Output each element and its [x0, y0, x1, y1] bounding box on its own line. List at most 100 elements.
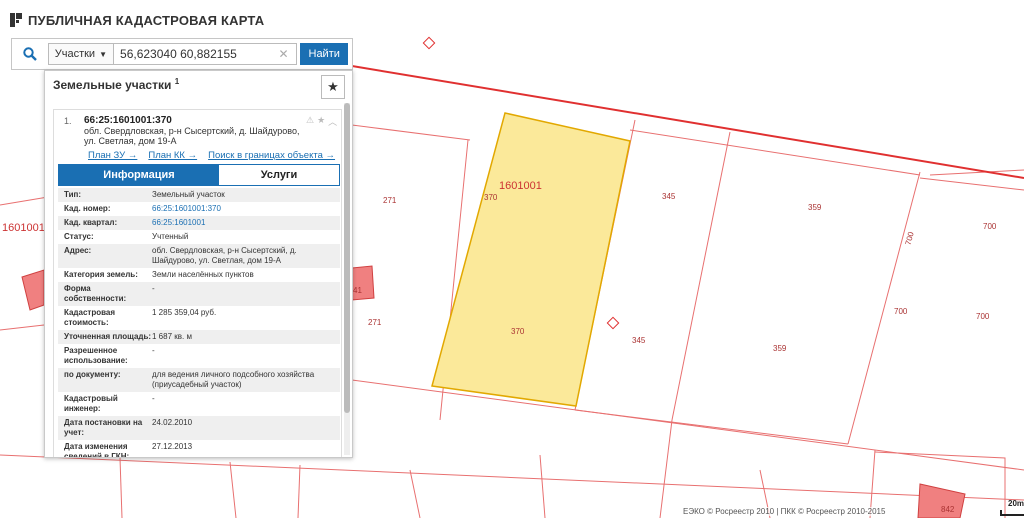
- info-key: Категория земель:: [64, 270, 138, 279]
- tab-info[interactable]: Информация: [59, 165, 219, 185]
- info-value: обл. Свердловская, р-н Сысертский, д. Ша…: [152, 246, 297, 265]
- star-icon[interactable]: ★: [317, 115, 325, 128]
- info-value: 27.12.2013: [152, 442, 193, 451]
- info-key: Дата постановки на учет:: [64, 418, 143, 437]
- chevron-up-icon[interactable]: ︿: [328, 115, 337, 128]
- info-row: по документу: для ведения личного подсобн…: [58, 368, 340, 392]
- parcel-label: 271: [383, 196, 397, 205]
- info-value: -: [152, 284, 155, 293]
- plan-kk-link[interactable]: План КК →: [148, 150, 197, 161]
- clear-icon[interactable]: ✕: [279, 47, 293, 61]
- tab-services[interactable]: Услуги: [219, 165, 339, 185]
- info-row: Кад. квартал: 66:25:1601001: [58, 216, 340, 230]
- info-value: Учтенный: [152, 232, 189, 241]
- info-value[interactable]: 66:25:1601001:370: [152, 204, 340, 214]
- card-address: обл. Свердловская, р-н Сысертский, д. Ша…: [84, 126, 304, 146]
- point-marker: [606, 316, 620, 330]
- parcel-label: 345: [632, 336, 646, 345]
- info-key: Форма собственности:: [64, 284, 127, 303]
- search-icon[interactable]: [16, 42, 44, 66]
- cad-number[interactable]: 66:25:1601001:370: [84, 115, 172, 126]
- chevron-down-icon: ▼: [99, 49, 108, 59]
- info-key: Разрешенное использование:: [64, 346, 128, 365]
- parcel-boundary: [539, 454, 546, 518]
- quarter-label: 1601001: [2, 222, 45, 234]
- parcel-boundary: [919, 177, 1024, 191]
- plan-zu-link[interactable]: План ЗУ →: [88, 150, 137, 161]
- parcel-boundary: [297, 464, 301, 518]
- app-title: ПУБЛИЧНАЯ КАДАСТРОВАЯ КАРТА: [28, 12, 265, 28]
- selected-parcel[interactable]: [431, 112, 631, 407]
- info-key: по документу:: [64, 370, 121, 379]
- find-button[interactable]: Найти: [300, 43, 348, 65]
- parcel-label: 700: [983, 222, 997, 231]
- info-row: Разрешенное использование: -: [58, 344, 340, 368]
- info-value: -: [152, 394, 155, 403]
- parcel-label: 842: [941, 505, 955, 514]
- info-row: Уточненная площадь: 1 687 кв. м: [58, 330, 340, 344]
- info-table: Тип: Земельный участок Кад. номер: 66:25:16…: [58, 188, 340, 458]
- favorites-button[interactable]: ★: [321, 75, 345, 99]
- search-input[interactable]: [114, 43, 297, 65]
- info-key: Дата изменения сведений в ГКН:: [64, 442, 130, 458]
- parcel-label: 370: [511, 327, 525, 336]
- card-links: План ЗУ → План КК → Поиск в границах объ…: [88, 150, 335, 161]
- info-key: Тип:: [64, 190, 81, 199]
- info-key: Уточненная площадь:: [64, 332, 152, 341]
- info-row: Категория земель: Земли населённых пункто…: [58, 268, 340, 282]
- parcel-label: 271: [368, 318, 382, 327]
- result-count: 1: [174, 77, 180, 86]
- star-icon: ★: [327, 79, 339, 94]
- info-row: Форма собственности: -: [58, 282, 340, 306]
- search-bounds-link[interactable]: Поиск в границах объекта →: [208, 150, 335, 161]
- parcel-label: 41: [353, 286, 362, 295]
- info-value: 1 687 кв. м: [152, 332, 192, 341]
- point-marker: [422, 36, 436, 50]
- parcel-label: 700: [976, 312, 990, 321]
- quarter-label: 1601001: [499, 180, 542, 192]
- parcel-boundary: [847, 171, 921, 445]
- info-value[interactable]: 66:25:1601001: [152, 218, 340, 228]
- info-row: Тип: Земельный участок: [58, 188, 340, 202]
- parcel-label: 359: [808, 203, 822, 212]
- scale-bar: [1000, 510, 1024, 516]
- warning-icon[interactable]: ⚠: [306, 115, 314, 128]
- info-key: Адрес:: [64, 246, 92, 255]
- scale-label: 20m: [1008, 499, 1024, 508]
- info-row: Кадастровый инженер: -: [58, 392, 340, 416]
- address-line: ул. Светлая, дом 19-А: [84, 136, 177, 146]
- search-type-select[interactable]: Участки ▼: [47, 43, 115, 65]
- info-value: 24.02.2010: [152, 418, 193, 427]
- info-key: Кад. номер:: [64, 204, 111, 213]
- results-panel: Земельные участки 1 ★ 1. 66:25:1601001:3…: [44, 70, 353, 458]
- card-actions: ⚠ ★ ︿: [306, 115, 337, 128]
- scrollbar-thumb[interactable]: [344, 103, 350, 413]
- card-tabs: Информация Услуги: [58, 164, 340, 186]
- app-root: 1601001 1601001 370 370 345 345 359 359 …: [0, 0, 1024, 518]
- info-key: Кадастровая стоимость:: [64, 308, 116, 327]
- info-row: Кад. номер: 66:25:1601001:370: [58, 202, 340, 216]
- app-header: ПУБЛИЧНАЯ КАДАСТРОВАЯ КАРТА: [10, 10, 264, 30]
- info-value: для ведения личного подсобного хозяйства…: [152, 370, 315, 389]
- parcel-label: 359: [773, 344, 787, 353]
- parcel-label: 345: [662, 192, 676, 201]
- building: [21, 269, 45, 311]
- parcel-boundary: [659, 419, 673, 518]
- logo-icon: [10, 13, 22, 27]
- info-value: 1 285 359,04 руб.: [152, 308, 217, 317]
- info-value: -: [152, 346, 155, 355]
- info-value: Земельный участок: [152, 190, 225, 199]
- parcel-boundary: [0, 454, 1024, 501]
- address-line: обл. Свердловская, р-н Сысертский, д. Ша…: [84, 126, 300, 136]
- info-key: Кадастровый инженер:: [64, 394, 118, 413]
- panel-title-text: Земельные участки: [53, 78, 172, 92]
- parcel-boundary: [119, 457, 123, 518]
- parcel-boundary: [409, 469, 421, 518]
- info-row: Адрес: обл. Свердловская, р-н Сысертский,…: [58, 244, 340, 268]
- parcel-boundary: [351, 379, 1024, 471]
- parcel-boundary: [0, 324, 45, 331]
- info-row: Кадастровая стоимость: 1 285 359,04 руб.: [58, 306, 340, 330]
- result-index: 1.: [64, 116, 72, 126]
- parcel-label: 370: [484, 193, 498, 202]
- panel-title: Земельные участки 1: [53, 77, 179, 92]
